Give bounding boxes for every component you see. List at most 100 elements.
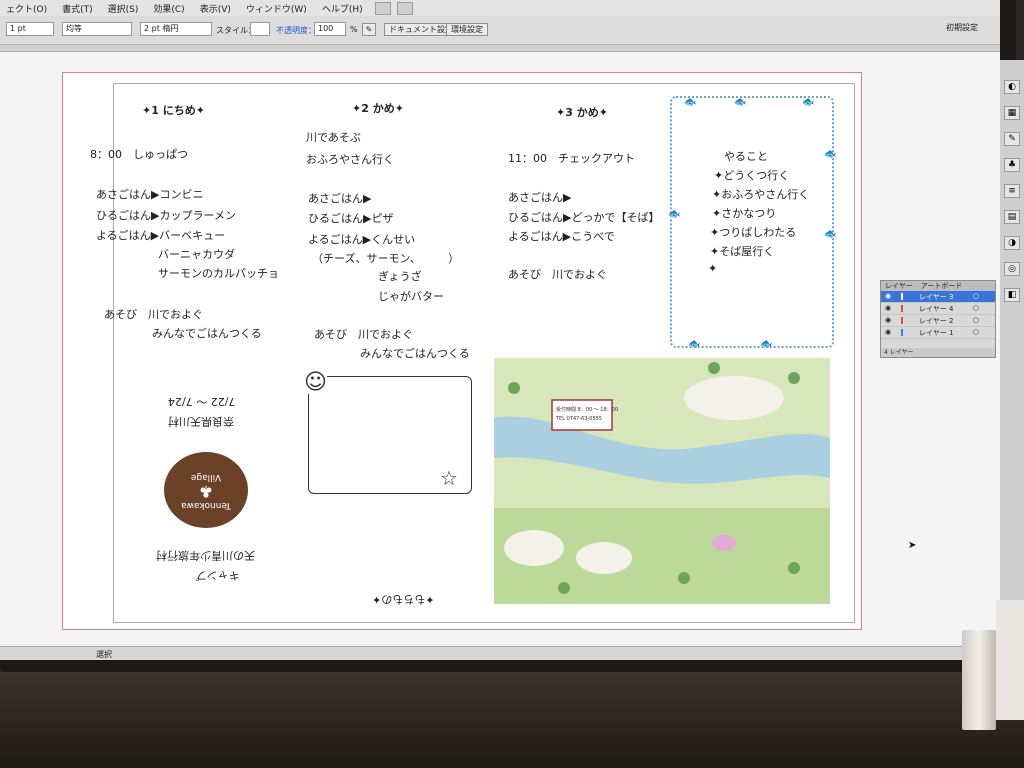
monitor-stand bbox=[962, 630, 996, 730]
todo-item: ✦つりばしわたる bbox=[710, 226, 797, 239]
chef-doodle-icon: ☺ bbox=[304, 370, 327, 395]
place-text: 奈良県天川村 bbox=[168, 415, 234, 428]
day2-line: （チーズ、サーモン、 ） bbox=[312, 252, 460, 265]
todo-title: やること bbox=[724, 150, 768, 163]
gradient-panel-icon[interactable]: ▤ bbox=[1004, 210, 1020, 224]
symbols-panel-icon[interactable]: ♣ bbox=[1004, 158, 1020, 172]
day1-line: ひるごはん▶カップラーメン bbox=[96, 209, 237, 222]
layer-color-swatch bbox=[901, 329, 903, 336]
status-label[interactable]: 選択 bbox=[96, 649, 112, 660]
screen: ェクト(O) 書式(T) 選択(S) 効果(C) 表示(V) ウィンドウ(W) … bbox=[0, 0, 1000, 660]
transparency-panel-icon[interactable]: ◑ bbox=[1004, 236, 1020, 250]
logo-mark-icon: ♣ bbox=[198, 482, 214, 501]
day2-line: あそび 川でおよぐ bbox=[314, 328, 413, 341]
layers-panel-tabs: レイヤー アートボード bbox=[881, 281, 995, 291]
day3-line: あさごはん▶ bbox=[508, 191, 572, 204]
camp-title: キャンプ bbox=[196, 569, 240, 582]
mouse-cursor-icon: ➤ bbox=[908, 540, 917, 551]
layer-name[interactable]: レイヤー 3 bbox=[919, 292, 953, 302]
eye-icon[interactable]: ◉ bbox=[885, 328, 891, 336]
fish-icon: 🐟 bbox=[684, 97, 697, 108]
appearance-panel-icon[interactable]: ◎ bbox=[1004, 262, 1020, 276]
target-icon[interactable]: ○ bbox=[973, 304, 979, 312]
fish-icon: 🐟 bbox=[688, 339, 701, 350]
todo-item: ✦おふろやさん行く bbox=[712, 188, 810, 201]
layer-row-2[interactable]: ◉ レイヤー 2 ○ bbox=[881, 315, 995, 327]
day1-line: バーニャカウダ bbox=[158, 248, 235, 261]
stroke-panel-icon[interactable]: ≡ bbox=[1004, 184, 1020, 198]
layer-row-3[interactable]: ◉ レイヤー 3 ○ bbox=[881, 291, 995, 303]
day2-line: じゃがバター bbox=[378, 290, 444, 303]
status-bar: 選択 bbox=[0, 646, 1000, 660]
layer-row-1[interactable]: ◉ レイヤー 1 ○ bbox=[881, 327, 995, 339]
logo-line1: Tennokawa bbox=[181, 500, 231, 510]
swatches-panel-icon[interactable]: ▦ bbox=[1004, 106, 1020, 120]
dates-text: 7/22 ～ 7/24 bbox=[168, 395, 236, 408]
fish-icon: 🐟 bbox=[760, 339, 773, 350]
belongings-header: ✦もちもの✦ bbox=[372, 593, 435, 606]
fish-icon: 🐟 bbox=[802, 97, 815, 108]
day2-line: あさごはん▶ bbox=[308, 192, 372, 205]
day1-line: あそび 川でおよぐ bbox=[104, 308, 203, 321]
day1-line: サーモンのカルパッチョ bbox=[158, 267, 279, 280]
target-icon[interactable]: ○ bbox=[973, 292, 979, 300]
layers-count: 4 レイヤー bbox=[881, 348, 995, 357]
fish-icon: 🐟 bbox=[824, 229, 837, 240]
camp-subtitle: 天の川青少年旅行村 bbox=[156, 549, 255, 562]
eye-icon[interactable]: ◉ bbox=[885, 316, 891, 324]
fish-icon: 🐟 bbox=[824, 149, 837, 160]
todo-item: ✦さかなつり bbox=[712, 207, 777, 220]
day2-line: よるごはん▶くんせい bbox=[308, 233, 416, 246]
day2-line: ひるごはん▶ピザ bbox=[308, 212, 394, 225]
canvas-area[interactable]: ✦1 にちめ✦ 8：00 しゅっぱつ あさごはん▶コンビニ ひるごはん▶カップラ… bbox=[0, 52, 1000, 644]
brushes-panel-icon[interactable]: ✎ bbox=[1004, 132, 1020, 146]
day3-line: よるごはん▶こうべで bbox=[508, 230, 615, 243]
todo-item: ✦どうくつ行く bbox=[714, 169, 790, 182]
right-panel-dock: ◐ ▦ ✎ ♣ ≡ ▤ ◑ ◎ ◧ bbox=[1000, 60, 1024, 620]
day1-header: ✦1 にちめ✦ bbox=[142, 104, 205, 117]
day2-header: ✦2 かめ✦ bbox=[352, 102, 404, 115]
layer-color-swatch bbox=[901, 305, 903, 312]
day1-line: よるごはん▶バーベキュー bbox=[96, 229, 226, 242]
layer-name[interactable]: レイヤー 1 bbox=[919, 328, 953, 338]
day3-header: ✦3 かめ✦ bbox=[556, 106, 608, 119]
day2-line: おふろやさん行く bbox=[306, 153, 394, 166]
todo-item: ✦ bbox=[708, 262, 718, 275]
target-icon[interactable]: ○ bbox=[973, 316, 979, 324]
fish-icon: 🐟 bbox=[668, 209, 681, 220]
todo-fish-frame bbox=[670, 96, 834, 348]
desk-device bbox=[996, 600, 1024, 720]
campsite-map-illustration bbox=[494, 358, 830, 604]
day3-line: ひるごはん▶どっかで【そば】 bbox=[508, 211, 660, 224]
layers-panel: レイヤー アートボード ◉ レイヤー 3 ○ ◉ レイヤー 4 ○ ◉ レイヤー… bbox=[880, 280, 996, 358]
day3-line: 11：00 チェックアウト bbox=[508, 152, 635, 165]
day3-line: あそび 川でおよぐ bbox=[508, 268, 607, 281]
day2-line: 川であそぶ bbox=[306, 131, 361, 144]
logo-line2: Village bbox=[190, 472, 222, 482]
map-sign-tel: TEL 0747-63-0555 bbox=[556, 416, 603, 422]
day2-line: みんなでごはんつくる bbox=[360, 347, 470, 360]
campsite-map: 受付時間 8：00 ～ 18：00 TEL 0747-63-0555 bbox=[494, 358, 830, 604]
layer-color-swatch bbox=[901, 317, 903, 324]
color-panel-icon[interactable]: ◐ bbox=[1004, 80, 1020, 94]
layer-name[interactable]: レイヤー 4 bbox=[919, 304, 953, 314]
target-icon[interactable]: ○ bbox=[973, 328, 979, 336]
day2-line: ぎょうざ bbox=[378, 270, 422, 283]
layer-color-swatch bbox=[901, 293, 903, 300]
day1-line: あさごはん▶コンビニ bbox=[96, 188, 204, 201]
eye-icon[interactable]: ◉ bbox=[885, 292, 891, 300]
desk-surface bbox=[0, 672, 1024, 768]
fish-icon: 🐟 bbox=[734, 97, 747, 108]
layer-name[interactable]: レイヤー 2 bbox=[919, 316, 953, 326]
todo-item: ✦そば屋行く bbox=[710, 245, 775, 258]
eye-icon[interactable]: ◉ bbox=[885, 304, 891, 312]
tennokawa-logo: Tennokawa ♣ Village bbox=[164, 452, 248, 528]
map-sign-hours: 受付時間 8：00 ～ 18：00 bbox=[556, 407, 619, 413]
layer-row-4[interactable]: ◉ レイヤー 4 ○ bbox=[881, 303, 995, 315]
layers-panel-icon[interactable]: ◧ bbox=[1004, 288, 1020, 302]
tab-artboards[interactable]: アートボード bbox=[921, 281, 963, 291]
tab-layers[interactable]: レイヤー bbox=[885, 281, 913, 291]
day1-line: 8：00 しゅっぱつ bbox=[90, 148, 188, 161]
shooting-star-icon: ☆ bbox=[440, 466, 458, 490]
day1-line: みんなでごはんつくる bbox=[152, 327, 262, 340]
